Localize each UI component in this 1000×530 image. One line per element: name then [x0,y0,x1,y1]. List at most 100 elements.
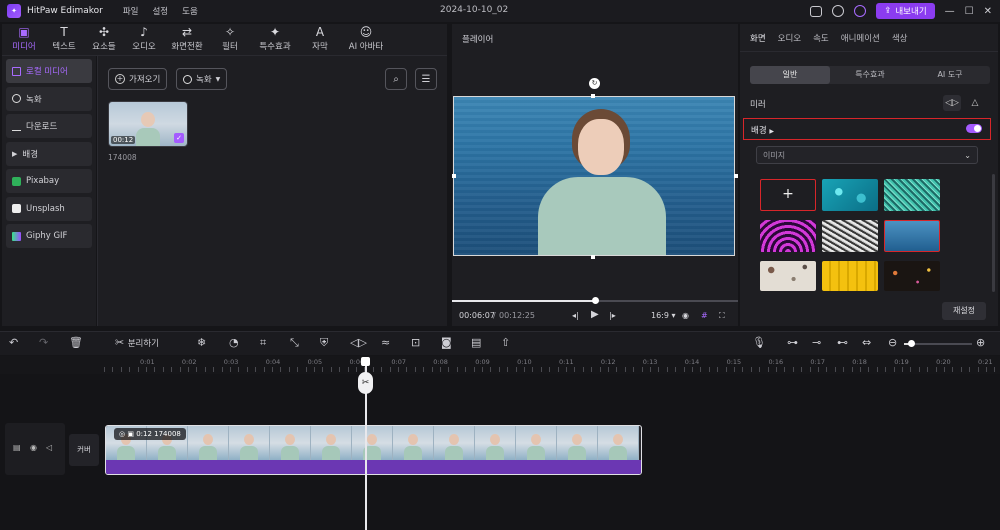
speed-icon[interactable]: ◔ [229,337,239,349]
timeline-video-clip[interactable]: ◎ ▣ 0:12 174008 [105,425,642,475]
tab-audio-props[interactable]: 오디오 [778,32,801,44]
undo-icon[interactable]: ↶ [9,337,18,349]
background-thumb-purple-tunnel[interactable] [760,220,816,252]
track-audio-icon[interactable]: ◁ [46,443,52,452]
zoom-slider[interactable] [904,340,972,347]
sidebar-item-unsplash[interactable]: Unsplash [6,196,92,221]
media-clip-thumbnail[interactable]: 00:12 ✓ [108,101,188,147]
playhead-handle[interactable] [361,357,370,366]
aspect-ratio-select[interactable]: 16:9 ▾ [651,311,676,320]
shield-icon[interactable]: ⛨ [320,337,328,349]
reset-button[interactable]: 재설정 [942,302,986,320]
tab-ai-avatar[interactable]: ☺ AI 아바타 [340,25,392,55]
feedback-icon[interactable] [810,5,823,17]
play-icon[interactable]: ▶ [591,309,599,320]
zoom-in-icon[interactable]: ⊕ [976,337,985,349]
mirror-icon[interactable]: ◁▷ [350,337,367,349]
background-thumb-teal-water[interactable] [822,179,878,211]
tab-transition[interactable]: ⇄ 화면전환 [164,25,210,55]
background-thumb-green-glitter[interactable] [884,179,940,211]
rotate-handle-icon[interactable]: ↻ [589,78,600,89]
sidebar-item-local-media[interactable]: 로컬 미디어 [6,59,92,83]
tab-media[interactable]: ▣ 미디어 [4,25,44,55]
playhead-split-icon[interactable]: ✂ [358,372,373,394]
record-dropdown-button[interactable]: 녹화 ▼ [176,68,228,90]
link-icon[interactable]: ⊶ [787,337,798,349]
ruler-tick-label: 0:19 [894,358,909,366]
microphone-icon[interactable]: 🎙 [752,337,766,349]
menu-help[interactable]: 도움 [182,5,198,17]
maximize-icon[interactable]: ☐ [965,6,974,17]
background-type-select[interactable]: 이미지 ⌄ [756,146,978,164]
add-background-button[interactable]: + [760,179,816,211]
freeze-icon[interactable]: ❄ [197,337,206,349]
tab-audio[interactable]: ♪ 오디오 [124,25,164,55]
mirror-horizontal-icon[interactable]: ◁▷ [943,95,961,111]
cover-button[interactable]: 커버 [69,434,99,466]
ai-icon[interactable]: ◙ [441,337,452,349]
tab-speed[interactable]: 속도 [813,32,829,44]
sidebar-item-download[interactable]: 다운로드 [6,114,92,138]
zoom-out-icon[interactable]: ⊖ [888,337,897,349]
tab-subtitle[interactable]: A 자막 [300,25,340,55]
subtab-effects[interactable]: 특수효과 [830,66,910,84]
sidebar-item-pixabay[interactable]: Pixabay [6,169,92,193]
track-lock-icon[interactable]: ▤ [13,443,21,452]
background-thumb-yellow-blocks[interactable] [822,261,878,291]
tab-color[interactable]: 색상 [892,32,908,44]
previous-frame-icon[interactable]: ◂| [572,311,579,320]
track-visibility-icon[interactable]: ◉ [30,443,37,452]
background-thumb-dark-particles[interactable] [884,261,940,291]
background-thumb-terrazzo[interactable] [760,261,816,291]
crop-icon[interactable]: ⌗ [260,337,266,349]
subtab-general[interactable]: 일반 [750,66,830,84]
mirror-vertical-icon[interactable]: △ [966,95,984,111]
minimize-icon[interactable]: — [945,6,955,17]
account-icon[interactable] [854,5,867,17]
video-preview[interactable] [453,96,735,256]
download-icon[interactable] [832,5,845,17]
background-toggle[interactable] [966,124,982,133]
export-button[interactable]: ⇪ 내보내기 [876,3,935,19]
playback-scrubber[interactable] [452,297,738,304]
tab-text[interactable]: T 텍스트 [44,25,84,55]
next-frame-icon[interactable]: |▸ [609,311,616,320]
search-icon[interactable]: ⌕ [385,68,407,90]
fullscreen-icon[interactable]: ⛶ [719,311,725,321]
adjust-icon[interactable]: ≈ [381,337,390,349]
menu-settings[interactable]: 설정 [152,5,168,17]
caption-icon[interactable]: ▤ [471,337,481,349]
sidebar-item-record[interactable]: 녹화 [6,86,92,111]
ruler-tick [750,367,752,372]
tab-screen[interactable]: 화면 [750,32,766,44]
close-icon[interactable]: ✕ [984,6,992,17]
redo-icon[interactable]: ↷ [39,337,48,349]
tab-effects[interactable]: ✦ 특수효과 [250,25,300,55]
export-clip-icon[interactable]: ⇧ [501,337,510,349]
zoom-icon[interactable]: ⤡ [290,337,299,349]
import-button[interactable]: + 가져오기 [108,68,168,90]
clip-frame [270,426,311,460]
menu-file[interactable]: 파일 [123,5,139,17]
subtab-ai-tools[interactable]: AI 도구 [910,66,990,84]
background-thumb-white-flakes[interactable] [822,220,878,252]
sidebar-item-background[interactable]: ▶ 배경 [6,141,92,166]
track-icon[interactable]: ⊸ [812,337,821,349]
background-thumb-blue-water-selected[interactable] [884,220,940,252]
sort-icon[interactable]: ☰ [415,68,437,90]
sidebar-item-giphy[interactable]: Giphy GIF [6,224,92,248]
tab-elements[interactable]: ✣ 요소들 [84,25,124,55]
fit-icon[interactable]: ⇔ [862,337,871,349]
split-button[interactable]: ✂ 분리하기 [115,337,159,350]
text-box-icon[interactable]: ⊡ [411,337,420,349]
timeline-ruler[interactable]: 0:01 0:02 0:03 0:04 0:05 0:06 0:07 0:08 0:09 0:10… [0,356,1000,374]
ruler-tick [263,367,265,372]
delete-icon[interactable]: 🗑 [69,337,83,349]
grid-icon[interactable]: # [701,311,708,320]
snapshot-icon[interactable]: ◉ [682,311,689,320]
tab-filter[interactable]: ✧ 필터 [210,25,250,55]
tab-animation[interactable]: 애니메이션 [841,32,880,44]
snap-icon[interactable]: ⊷ [837,337,848,349]
scrubber-knob[interactable] [592,297,599,304]
properties-scrollbar[interactable] [992,174,995,292]
